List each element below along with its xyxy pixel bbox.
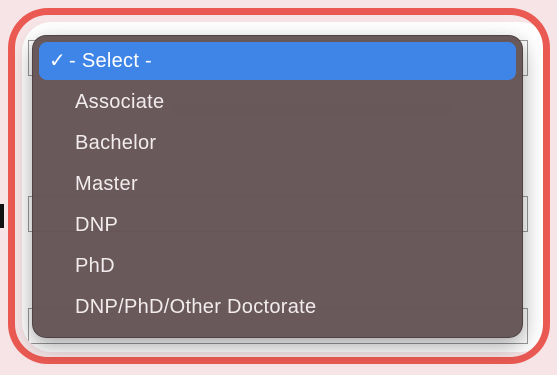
option-phd[interactable]: PhD — [39, 246, 516, 287]
option-label: Bachelor — [75, 132, 157, 154]
option-label: Associate — [75, 91, 165, 113]
option-dnp[interactable]: DNP — [39, 205, 516, 246]
option-select-placeholder[interactable]: ✓ - Select - — [39, 42, 516, 80]
degree-dropdown-menu[interactable]: ✓ - Select - Associate Bachelor Master D… — [32, 35, 523, 338]
option-label: DNP/PhD/Other Doctorate — [75, 296, 317, 318]
option-label: PhD — [75, 255, 115, 277]
option-label: - Select - — [69, 50, 153, 72]
left-edge-mark — [0, 204, 4, 228]
option-label: DNP — [75, 214, 119, 236]
option-dnp-phd-other-doctorate[interactable]: DNP/PhD/Other Doctorate — [39, 287, 516, 328]
option-associate[interactable]: Associate — [39, 82, 516, 123]
option-master[interactable]: Master — [39, 164, 516, 205]
option-bachelor[interactable]: Bachelor — [39, 123, 516, 164]
checkmark-icon: ✓ — [49, 50, 67, 72]
option-label: Master — [75, 173, 138, 195]
